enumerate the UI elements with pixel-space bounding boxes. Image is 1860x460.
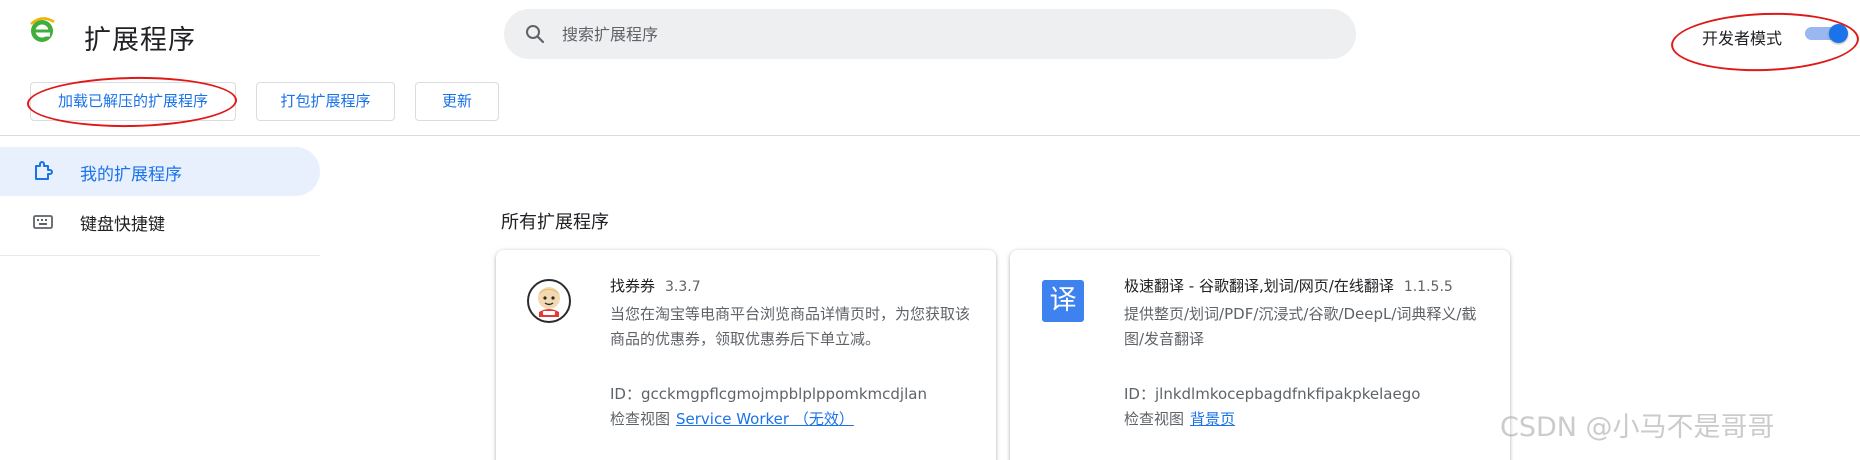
sidebar-item-label: 键盘快捷键	[80, 215, 165, 235]
inspect-views: 检查视图 Service Worker （无效）	[610, 408, 854, 429]
search-bar[interactable]	[504, 9, 1356, 59]
translate-icon: 译	[1040, 278, 1086, 324]
page-title: 扩展程序	[84, 25, 196, 56]
extension-card: 译 极速翻译 - 谷歌翻译,划词/网页/在线翻译 1.1.5.5 提供整页/划词/…	[1010, 250, 1510, 460]
pack-extension-button[interactable]: 打包扩展程序	[256, 82, 395, 121]
inspect-views-label: 检查视图	[1124, 410, 1185, 428]
inspect-views-label: 检查视图	[610, 410, 671, 428]
annotation-circle-dev-mode	[1670, 9, 1860, 75]
inspect-views: 检查视图 背景页	[1124, 408, 1235, 429]
sidebar-divider	[0, 255, 320, 256]
extension-version: 1.1.5.5	[1403, 279, 1453, 295]
sidebar-item-my-extensions[interactable]: 我的扩展程序	[0, 147, 320, 196]
extension-name: 极速翻译 - 谷歌翻译,划词/网页/在线翻译 1.1.5.5	[1124, 275, 1453, 296]
puzzle-icon	[32, 161, 54, 183]
update-button[interactable]: 更新	[415, 82, 499, 121]
sidebar-item-label: 我的扩展程序	[80, 165, 182, 185]
section-title: 所有扩展程序	[501, 212, 609, 233]
ie-logo-icon	[28, 16, 56, 44]
extension-title: 找券券	[610, 277, 656, 295]
extension-id-value: jlnkdlmkocepbagdfnkfipakpkelaego	[1154, 385, 1421, 403]
extension-id: ID：jlnkdlmkocepbagdfnkfipakpkelaego	[1124, 383, 1420, 404]
inspect-service-worker-link[interactable]: Service Worker （无效）	[676, 410, 854, 428]
mascot-icon	[526, 278, 572, 324]
extension-id: ID：gcckmgpflcgmojmpblplppomkmcdjlan	[610, 383, 927, 404]
extension-name: 找券券 3.3.7	[610, 275, 701, 296]
extension-card: 找券券 3.3.7 当您在淘宝等电商平台浏览商品详情页时，为您获取该商品的优惠券，…	[496, 250, 996, 460]
extension-id-label: ID：	[610, 385, 641, 403]
sidebar-item-keyboard-shortcuts[interactable]: 键盘快捷键	[0, 197, 320, 246]
watermark: CSDN @小马不是哥哥	[1500, 412, 1775, 443]
keyboard-icon	[32, 211, 54, 233]
extension-title: 极速翻译 - 谷歌翻译,划词/网页/在线翻译	[1124, 277, 1394, 295]
header-divider	[0, 135, 1860, 136]
inspect-background-page-link[interactable]: 背景页	[1190, 410, 1235, 428]
extension-id-value: gcckmgpflcgmojmpblplppomkmcdjlan	[640, 385, 927, 403]
extension-description: 提供整页/划词/PDF/沉浸式/谷歌/DeepL/词典释义/截图/发音翻译	[1124, 305, 1477, 348]
search-icon	[524, 23, 546, 45]
search-input[interactable]	[562, 9, 1322, 59]
extension-description: 当您在淘宝等电商平台浏览商品详情页时，为您获取该商品的优惠券，领取优惠券后下单立…	[610, 305, 971, 348]
extension-id-label: ID：	[1124, 385, 1155, 403]
extension-version: 3.3.7	[665, 279, 701, 295]
translate-icon-glyph: 译	[1049, 285, 1077, 316]
